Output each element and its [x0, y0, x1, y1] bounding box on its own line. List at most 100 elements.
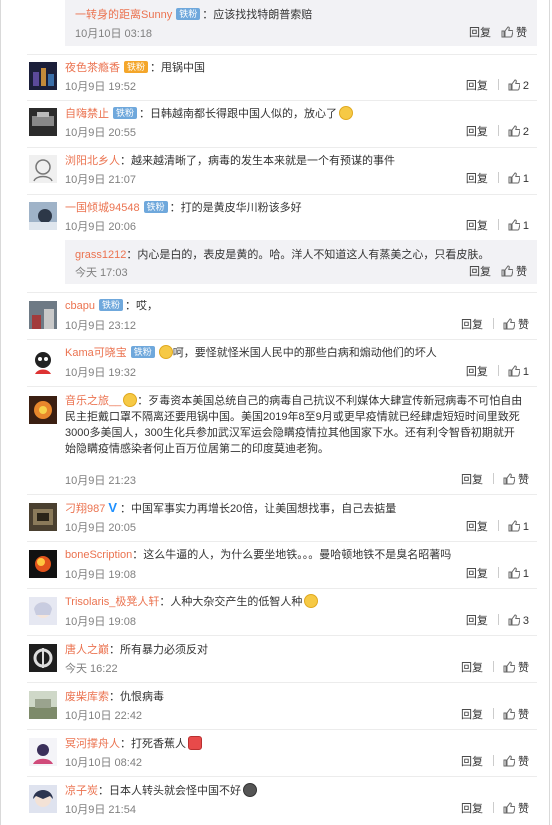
like-count[interactable]: 赞: [516, 266, 527, 278]
avatar[interactable]: [29, 550, 57, 578]
comment-actions: 回复 1: [466, 520, 529, 534]
comment-username[interactable]: 刁翔987: [65, 503, 105, 515]
avatar[interactable]: [29, 62, 57, 90]
separator: [27, 494, 537, 495]
thumb-up-icon[interactable]: [503, 318, 515, 330]
like-count[interactable]: 1: [523, 521, 529, 533]
reply-button[interactable]: 回复: [461, 662, 483, 674]
like-count[interactable]: 3: [523, 615, 529, 627]
reply-button[interactable]: 回复: [469, 27, 491, 39]
like-count[interactable]: 赞: [518, 709, 529, 721]
like-count[interactable]: 赞: [516, 27, 527, 39]
avatar[interactable]: [29, 301, 57, 329]
thumb-up-icon[interactable]: [503, 802, 515, 814]
comment-time: 10月9日 20:06: [65, 221, 136, 233]
reply-actions: 回复 赞: [469, 265, 527, 279]
reply-button[interactable]: 回复: [466, 366, 488, 378]
reply-button[interactable]: 回复: [466, 521, 488, 533]
avatar[interactable]: [29, 503, 57, 531]
like-count[interactable]: 1: [523, 220, 529, 232]
like-count[interactable]: 赞: [518, 474, 529, 486]
fan-badge[interactable]: 铁粉: [130, 346, 155, 358]
reply-button[interactable]: 回复: [466, 615, 488, 627]
separator: [27, 588, 537, 589]
reply-button[interactable]: 回复: [466, 173, 488, 185]
reply-button[interactable]: 回复: [466, 80, 488, 92]
comment-username[interactable]: 浏阳北乡人: [65, 155, 120, 167]
comment-line: boneScription：这么牛逼的人，为什么要坐地铁。。。曼哈顿地铁不是臭名…: [65, 547, 529, 563]
comment-username[interactable]: 废柴库索: [65, 691, 109, 703]
comment-text: ：人种大杂交产生的低智人种: [159, 596, 303, 608]
fan-badge[interactable]: 铁粉: [98, 299, 123, 311]
comment-username[interactable]: 音乐之旅__: [65, 395, 121, 407]
comment-username[interactable]: cbapu: [65, 300, 95, 312]
thumb-up-icon[interactable]: [503, 473, 515, 485]
comment-text: ：打的是黄皮华川粉该多好: [169, 202, 302, 214]
thumb-up-icon[interactable]: [503, 708, 515, 720]
thumb-up-icon[interactable]: [508, 125, 520, 137]
like-count[interactable]: 2: [523, 126, 529, 138]
like-count[interactable]: 赞: [518, 319, 529, 331]
reply-username[interactable]: grass1212: [75, 249, 126, 261]
comment-username[interactable]: 夜色茶瘾香: [65, 62, 120, 74]
divider: [497, 365, 499, 376]
fan-badge[interactable]: 铁粉: [124, 61, 149, 73]
thumb-up-icon[interactable]: [503, 755, 515, 767]
fan-badge[interactable]: 铁粉: [143, 201, 168, 213]
reply-line: 一转身的距离Sunny 铁粉 ：应该找找特朗普索赔: [75, 8, 527, 22]
reply-button[interactable]: 回复: [461, 709, 483, 721]
like-count[interactable]: 赞: [518, 756, 529, 768]
avatar[interactable]: [29, 108, 57, 136]
divider: [497, 79, 499, 90]
reply-actions: 回复 赞: [469, 26, 527, 40]
fan-badge[interactable]: 铁粉: [176, 8, 201, 20]
comment-username[interactable]: 一国倾城94548: [65, 202, 140, 214]
thumb-up-icon[interactable]: [503, 661, 515, 673]
comment-username[interactable]: 冥河撑舟人: [65, 738, 120, 750]
avatar[interactable]: [29, 691, 57, 719]
reply-button[interactable]: 回复: [466, 126, 488, 138]
fan-badge[interactable]: 铁粉: [113, 107, 138, 119]
thumb-up-icon[interactable]: [501, 265, 513, 277]
like-count[interactable]: 1: [523, 366, 529, 378]
avatar[interactable]: [29, 348, 57, 376]
comment-username[interactable]: Kama可晓宝: [65, 347, 127, 359]
avatar[interactable]: [29, 785, 57, 813]
comment-username[interactable]: 唐人之巅: [65, 644, 109, 656]
reply-button[interactable]: 回复: [466, 568, 488, 580]
comment-username[interactable]: 凉子炭: [65, 785, 98, 797]
reply-username[interactable]: 一转身的距离Sunny: [75, 9, 172, 21]
thumb-up-icon[interactable]: [501, 26, 513, 38]
thumb-up-icon[interactable]: [508, 219, 520, 231]
avatar[interactable]: [29, 644, 57, 672]
reply-button[interactable]: 回复: [461, 319, 483, 331]
thumb-up-icon[interactable]: [508, 172, 520, 184]
thumb-up-icon[interactable]: [508, 614, 520, 626]
like-count[interactable]: 1: [523, 173, 529, 185]
comment-username[interactable]: Trisolaris_极凳人轩: [65, 596, 159, 608]
comment-text: 呵，要怪就怪米国人民中的那些白病和煽动他们的坏人: [172, 347, 437, 359]
reply-button[interactable]: 回复: [461, 474, 483, 486]
reply-button[interactable]: 回复: [469, 266, 491, 278]
like-count[interactable]: 赞: [518, 803, 529, 815]
thumb-up-icon[interactable]: [508, 567, 520, 579]
avatar[interactable]: [29, 155, 57, 183]
comment-time: 10月9日 19:32: [65, 367, 136, 379]
thumb-up-icon[interactable]: [508, 79, 520, 91]
like-count[interactable]: 赞: [518, 662, 529, 674]
comment-username[interactable]: boneScription: [65, 549, 132, 561]
avatar[interactable]: [29, 202, 57, 230]
reply-button[interactable]: 回复: [466, 220, 488, 232]
reply-button[interactable]: 回复: [461, 756, 483, 768]
avatar[interactable]: [29, 597, 57, 625]
like-count[interactable]: 1: [523, 568, 529, 580]
comment-time: 10月10日 22:42: [65, 710, 143, 722]
comment-time: 10月9日 23:12: [65, 320, 136, 332]
reply-button[interactable]: 回复: [461, 803, 483, 815]
avatar[interactable]: [29, 738, 57, 766]
like-count[interactable]: 2: [523, 80, 529, 92]
avatar[interactable]: [29, 396, 57, 424]
thumb-up-icon[interactable]: [508, 520, 520, 532]
comment-username[interactable]: 自嗨禁止: [65, 108, 109, 120]
thumb-up-icon[interactable]: [508, 365, 520, 377]
